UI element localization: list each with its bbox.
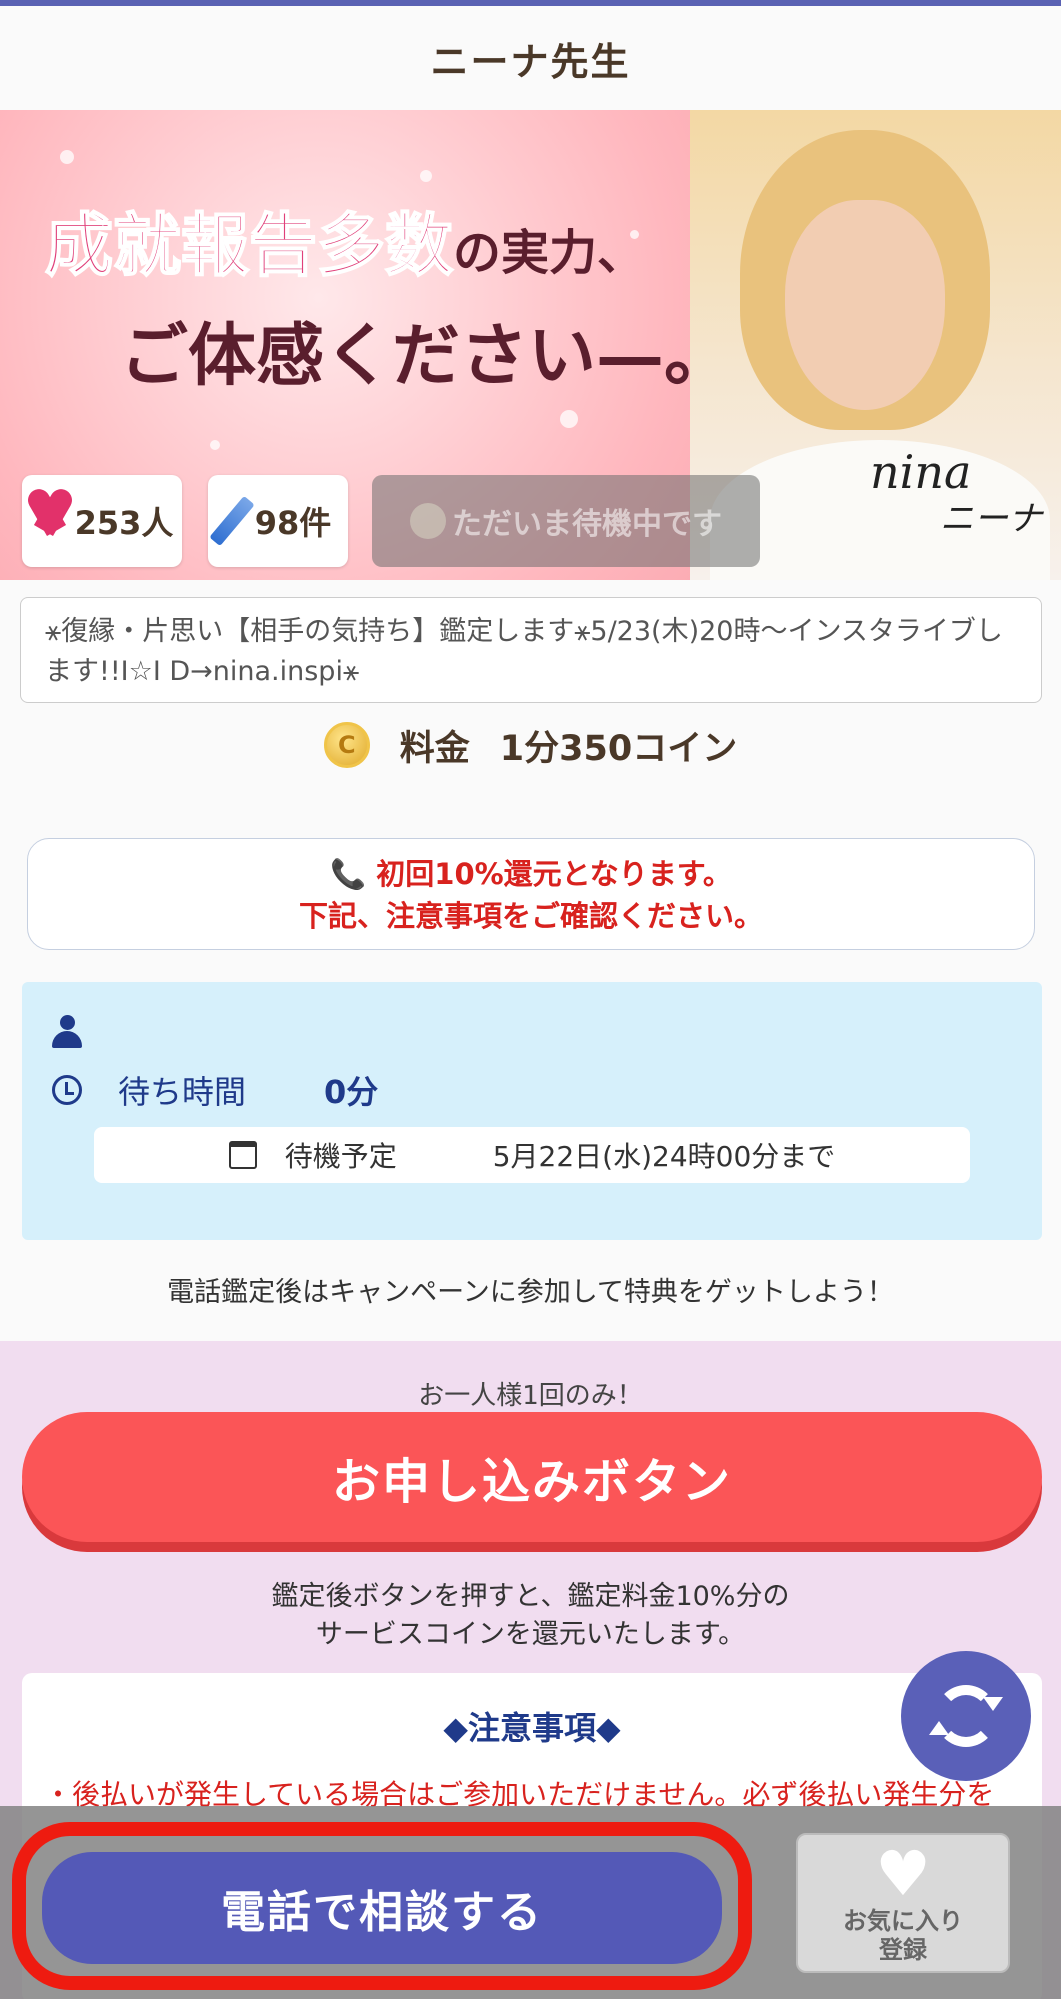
- fee-value: 1分350コイン: [499, 728, 738, 769]
- heart-icon: [31, 490, 69, 552]
- apply-note-line1: 鑑定後ボタンを押すと、鑑定料金10%分の: [271, 1581, 790, 1612]
- clock-icon: [52, 1075, 82, 1105]
- banner-headline: 成就報告多数の実力、: [44, 190, 646, 289]
- pen-icon: [209, 495, 255, 547]
- notice-line1: 📞 初回10%還元となります。: [330, 857, 732, 891]
- user-icon: [52, 1015, 82, 1051]
- wait-time-value: 0分: [324, 1073, 379, 1111]
- schedule-value: 5月22日(水)24時00分まで: [492, 1140, 836, 1173]
- coin-icon: C: [323, 722, 370, 768]
- reviews-count: 98件: [254, 504, 332, 542]
- sparkle: [420, 170, 432, 182]
- reviews-badge[interactable]: 98件: [208, 475, 348, 567]
- banner-headline-pink: 成就報告多数: [44, 205, 454, 287]
- wait-time-label: 待ち時間: [118, 1073, 247, 1111]
- once-only-label: お一人様1回のみ！: [418, 1381, 643, 1411]
- apply-note: 鑑定後ボタンを押すと、鑑定料金10%分の サービスコインを還元いたします。: [0, 1578, 1061, 1654]
- campaign-note: 電話鑑定後はキャンペーンに参加して特典をゲットしよう！: [167, 1277, 894, 1308]
- banner-headline-suffix: の実力、: [453, 225, 646, 281]
- refresh-button[interactable]: [901, 1651, 1031, 1781]
- banner-signature: nina ニーナ: [870, 445, 1042, 540]
- favorite-label-line1: お気に入り: [843, 1907, 963, 1935]
- standby-schedule: 待機予定 5月22日(水)24時00分まで: [94, 1127, 970, 1183]
- likes-badge: 253人: [22, 475, 182, 567]
- call-button[interactable]: 電話で相談する: [42, 1852, 722, 1964]
- heart-icon: ♥: [875, 1837, 931, 1910]
- likes-count: 253人: [74, 504, 174, 542]
- status-dot-icon: [410, 503, 446, 539]
- schedule-label: 待機予定: [284, 1140, 397, 1173]
- refresh-icon: [929, 1685, 1003, 1747]
- status-badge: ただいま待機中です: [372, 475, 760, 567]
- sparkle: [560, 410, 578, 428]
- photo-face: [785, 200, 945, 410]
- page-title: ニーナ先生: [430, 39, 631, 84]
- signature-jp: ニーナ: [940, 499, 1042, 539]
- calendar-icon: [228, 1141, 257, 1169]
- favorite-button[interactable]: ♥ お気に入り 登録: [796, 1833, 1010, 1973]
- banner-headline-line2: ご体感ください—。: [120, 316, 733, 396]
- sparkle: [60, 150, 74, 164]
- caution-title: ◆注意事項◆: [443, 1709, 621, 1747]
- wait-info-panel: 待ち時間 0分 待機予定 5月22日(水)24時00分まで: [22, 982, 1042, 1240]
- status-text: ただいま待機中です: [452, 507, 722, 542]
- call-button-label: 電話で相談する: [221, 1887, 543, 1938]
- favorite-label-line2: 登録: [879, 1936, 927, 1964]
- sparkle: [210, 440, 220, 450]
- fee-row: C 料金 1分350コイン: [0, 715, 1061, 775]
- notice-line2: 下記、注意事項をご確認ください。: [298, 899, 763, 933]
- page-header: ニーナ先生: [0, 6, 1061, 110]
- apply-note-line2: サービスコインを還元いたします。: [315, 1619, 746, 1650]
- fee-label: 料金: [399, 728, 470, 769]
- first-time-notice: 📞 初回10%還元となります。 下記、注意事項をご確認ください。: [27, 838, 1035, 950]
- apply-button[interactable]: お申し込みボタン: [22, 1412, 1042, 1542]
- apply-button-label: お申し込みボタン: [331, 1454, 732, 1510]
- profile-description: ⚹復縁・片思い【相手の気持ち】鑑定します⚹5/23(木)20時〜インスタライブし…: [20, 597, 1042, 703]
